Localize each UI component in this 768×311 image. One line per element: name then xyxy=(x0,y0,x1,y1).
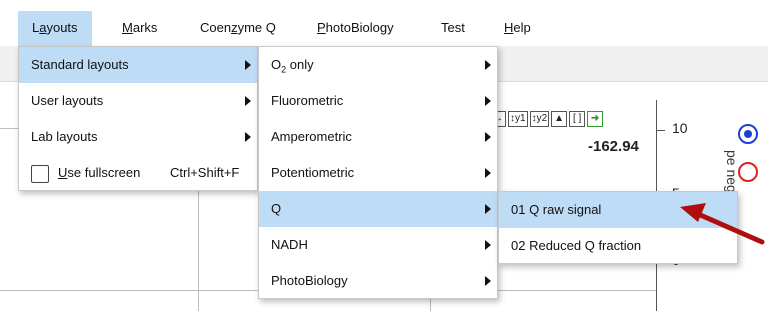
fullscreen-checkbox[interactable] xyxy=(31,164,49,183)
submenu-arrow-icon xyxy=(485,240,491,250)
annotation-arrow-icon xyxy=(680,203,765,245)
radio-channel-1[interactable] xyxy=(738,124,758,144)
menu-label: hotoBiology xyxy=(325,20,394,35)
menu-label: elp xyxy=(513,20,531,35)
menu-coenzyme-q[interactable]: Coenzyme Q xyxy=(186,11,290,45)
y-tick-label-10: 10 xyxy=(672,120,688,136)
standard-layouts-submenu: O2 only Fluorometric Amperometric Potent… xyxy=(258,46,498,299)
submenu-arrow-icon xyxy=(485,168,491,178)
menu-label: Test xyxy=(441,20,465,35)
grid-divider xyxy=(0,128,20,129)
menu-item-label: Potentiometric xyxy=(271,165,355,180)
menu-item-lab-layouts[interactable]: Lab layouts xyxy=(19,119,257,155)
scale-y2-icon[interactable]: ↕y2 xyxy=(529,111,550,127)
menu-item-label: 02 Reduced Q fraction xyxy=(511,238,642,253)
menu-item-potentiometric[interactable]: Potentiometric xyxy=(259,155,497,191)
menu-item-nadh[interactable]: NADH xyxy=(259,227,497,263)
submenu-arrow-icon xyxy=(485,204,491,214)
menu-item-label: PhotoBiology xyxy=(271,273,348,288)
menu-mnemonic: P xyxy=(317,20,326,35)
keyboard-shortcut: Ctrl+Shift+F xyxy=(170,165,240,180)
submenu-arrow-icon xyxy=(245,132,251,142)
submenu-arrow-icon xyxy=(485,60,491,70)
menu-layouts[interactable]: Layouts xyxy=(18,11,92,46)
menu-item-use-fullscreen[interactable]: Use fullscreen Ctrl+Shift+F xyxy=(19,155,257,191)
menu-label: youts xyxy=(46,20,78,35)
layouts-dropdown: Standard layouts User layouts Lab layout… xyxy=(18,46,258,191)
current-value: -162.94 xyxy=(588,138,639,155)
radio-channel-2[interactable] xyxy=(738,162,758,182)
menu-item-label: only xyxy=(286,57,314,72)
fullscreen-icon[interactable]: [ ] xyxy=(569,111,586,127)
submenu-arrow-icon xyxy=(245,60,251,70)
menu-label: Coen xyxy=(200,20,232,35)
menu-mnemonic: H xyxy=(504,20,514,35)
menu-test[interactable]: Test xyxy=(427,11,479,45)
menu-item-label: se fullscreen xyxy=(67,165,141,180)
menu-item-label: 01 Q raw signal xyxy=(511,202,602,217)
menu-marks[interactable]: Marks xyxy=(108,11,171,45)
menubar: Layouts Marks Coenzyme Q PhotoBiology Te… xyxy=(0,0,768,46)
menu-mnemonic: M xyxy=(122,20,133,35)
menu-item-label: Lab layouts xyxy=(31,129,98,144)
menu-item-user-layouts[interactable]: User layouts xyxy=(19,83,257,119)
menu-item-standard-layouts[interactable]: Standard layouts xyxy=(19,47,257,83)
plot-toolbar: ↔ ↕y1 ↕y2 ▲ [ ] ➜ xyxy=(490,110,604,128)
submenu-arrow-icon xyxy=(485,276,491,286)
menu-item-amperometric[interactable]: Amperometric xyxy=(259,119,497,155)
submenu-arrow-icon xyxy=(485,132,491,142)
menu-photobiology[interactable]: PhotoBiology xyxy=(303,11,408,45)
submenu-arrow-icon xyxy=(485,96,491,106)
menu-item-label: NADH xyxy=(271,237,308,252)
menu-item-o2-only[interactable]: O2 only xyxy=(259,47,497,83)
y-axis-tick xyxy=(657,130,665,131)
export-icon[interactable]: ➜ xyxy=(587,111,604,127)
menu-item-label: Q xyxy=(271,201,282,216)
menu-item-label: User layouts xyxy=(31,93,104,108)
submenu-arrow-icon xyxy=(245,96,251,106)
menu-item-label: O xyxy=(271,57,282,72)
menu-item-photobiology[interactable]: PhotoBiology xyxy=(259,263,497,299)
menu-item-label: Standard layouts xyxy=(31,57,129,72)
menu-item-label: Fluorometric xyxy=(271,93,344,108)
scale-y1-icon[interactable]: ↕y1 xyxy=(508,111,528,127)
menu-item-q[interactable]: Q xyxy=(259,191,497,227)
menu-label: yme Q xyxy=(237,20,276,35)
menu-help[interactable]: Help xyxy=(490,11,545,45)
menu-item-label: Amperometric xyxy=(271,129,352,144)
menu-mnemonic: U xyxy=(58,165,68,180)
menu-label: arks xyxy=(132,20,158,35)
menu-item-fluorometric[interactable]: Fluorometric xyxy=(259,83,497,119)
graph-icon[interactable]: ▲ xyxy=(551,111,568,127)
